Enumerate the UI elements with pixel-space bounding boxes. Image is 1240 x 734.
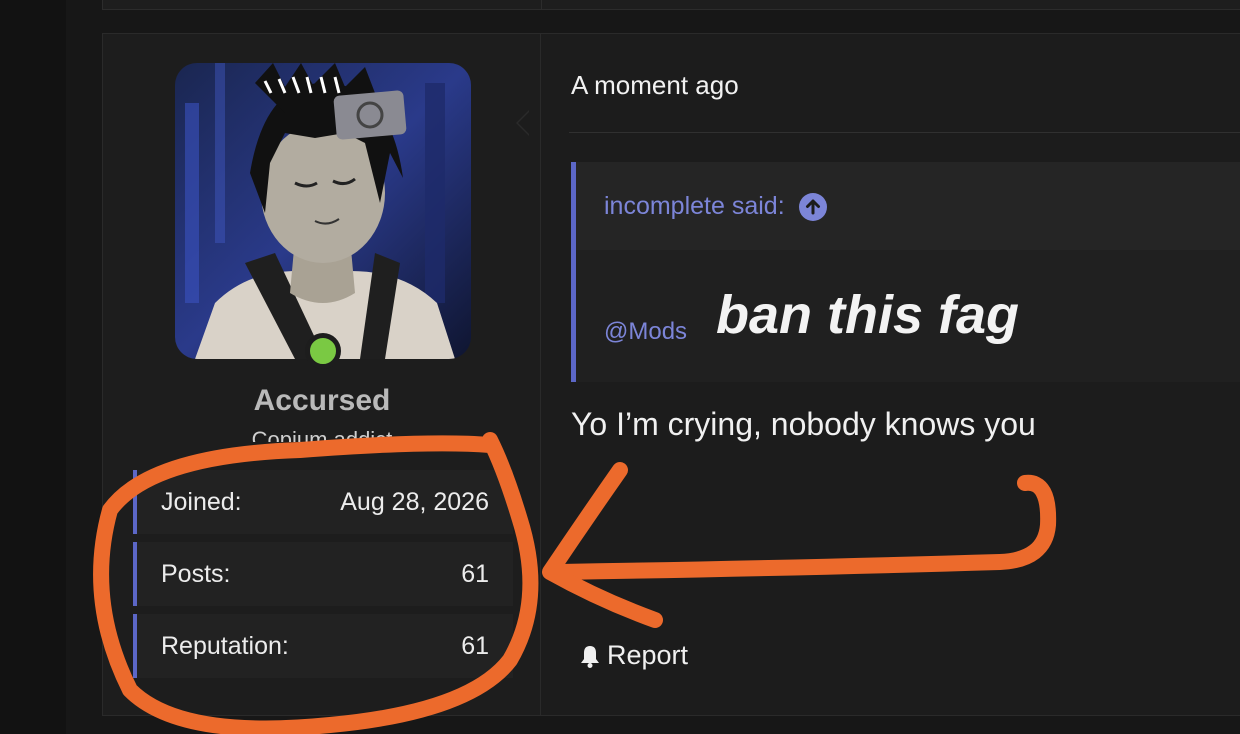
avatar-image [175, 63, 471, 359]
stat-value: 61 [461, 632, 489, 660]
post-date[interactable]: A moment ago [571, 70, 739, 101]
post-content-cell: A moment ago incomplete said: @Mods ban … [541, 34, 1240, 715]
post-header-divider [569, 132, 1240, 133]
quote-attribution-link[interactable]: incomplete said: [604, 192, 827, 221]
quote-block: incomplete said: @Mods ban this fag [571, 162, 1240, 382]
post-user-cell: Accursed Copium addict Joined: Aug 28, 2… [103, 34, 541, 715]
arrow-up-circle-icon[interactable] [798, 192, 827, 221]
report-label: Report [607, 640, 689, 670]
user-stats: Joined: Aug 28, 2026 Posts: 61 Reputatio… [133, 470, 513, 686]
mention-link[interactable]: @Mods [604, 318, 687, 346]
quote-body: @Mods ban this fag [576, 250, 1240, 382]
quote-header: incomplete said: [576, 162, 1240, 250]
stat-value: Aug 28, 2026 [340, 488, 489, 516]
username[interactable]: Accursed [103, 384, 541, 418]
stat-value: 61 [461, 560, 489, 588]
post-arrow-notch-inner [518, 111, 530, 135]
user-avatar[interactable] [175, 63, 471, 359]
stat-row-reputation: Reputation: 61 [133, 614, 513, 678]
stat-label: Posts: [161, 560, 231, 588]
previous-post-edge [102, 0, 1240, 10]
forum-post: Accursed Copium addict Joined: Aug 28, 2… [102, 33, 1240, 716]
quote-text: ban this fag [716, 285, 1020, 345]
post-body-text: Yo I’m crying, nobody knows you [571, 406, 1036, 442]
stat-row-joined: Joined: Aug 28, 2026 [133, 470, 513, 534]
stat-label: Joined: [161, 488, 242, 516]
page-left-gutter [0, 0, 66, 734]
report-button[interactable]: Report [577, 640, 688, 671]
stat-label: Reputation: [161, 632, 289, 660]
previous-post-divider [541, 0, 542, 9]
user-title: Copium addict [251, 428, 393, 442]
quote-attribution[interactable]: incomplete said: [604, 192, 785, 221]
stat-row-posts: Posts: 61 [133, 542, 513, 606]
arrow-up-glyph [805, 199, 820, 214]
bell-icon [581, 645, 599, 668]
online-status-icon [305, 333, 341, 369]
